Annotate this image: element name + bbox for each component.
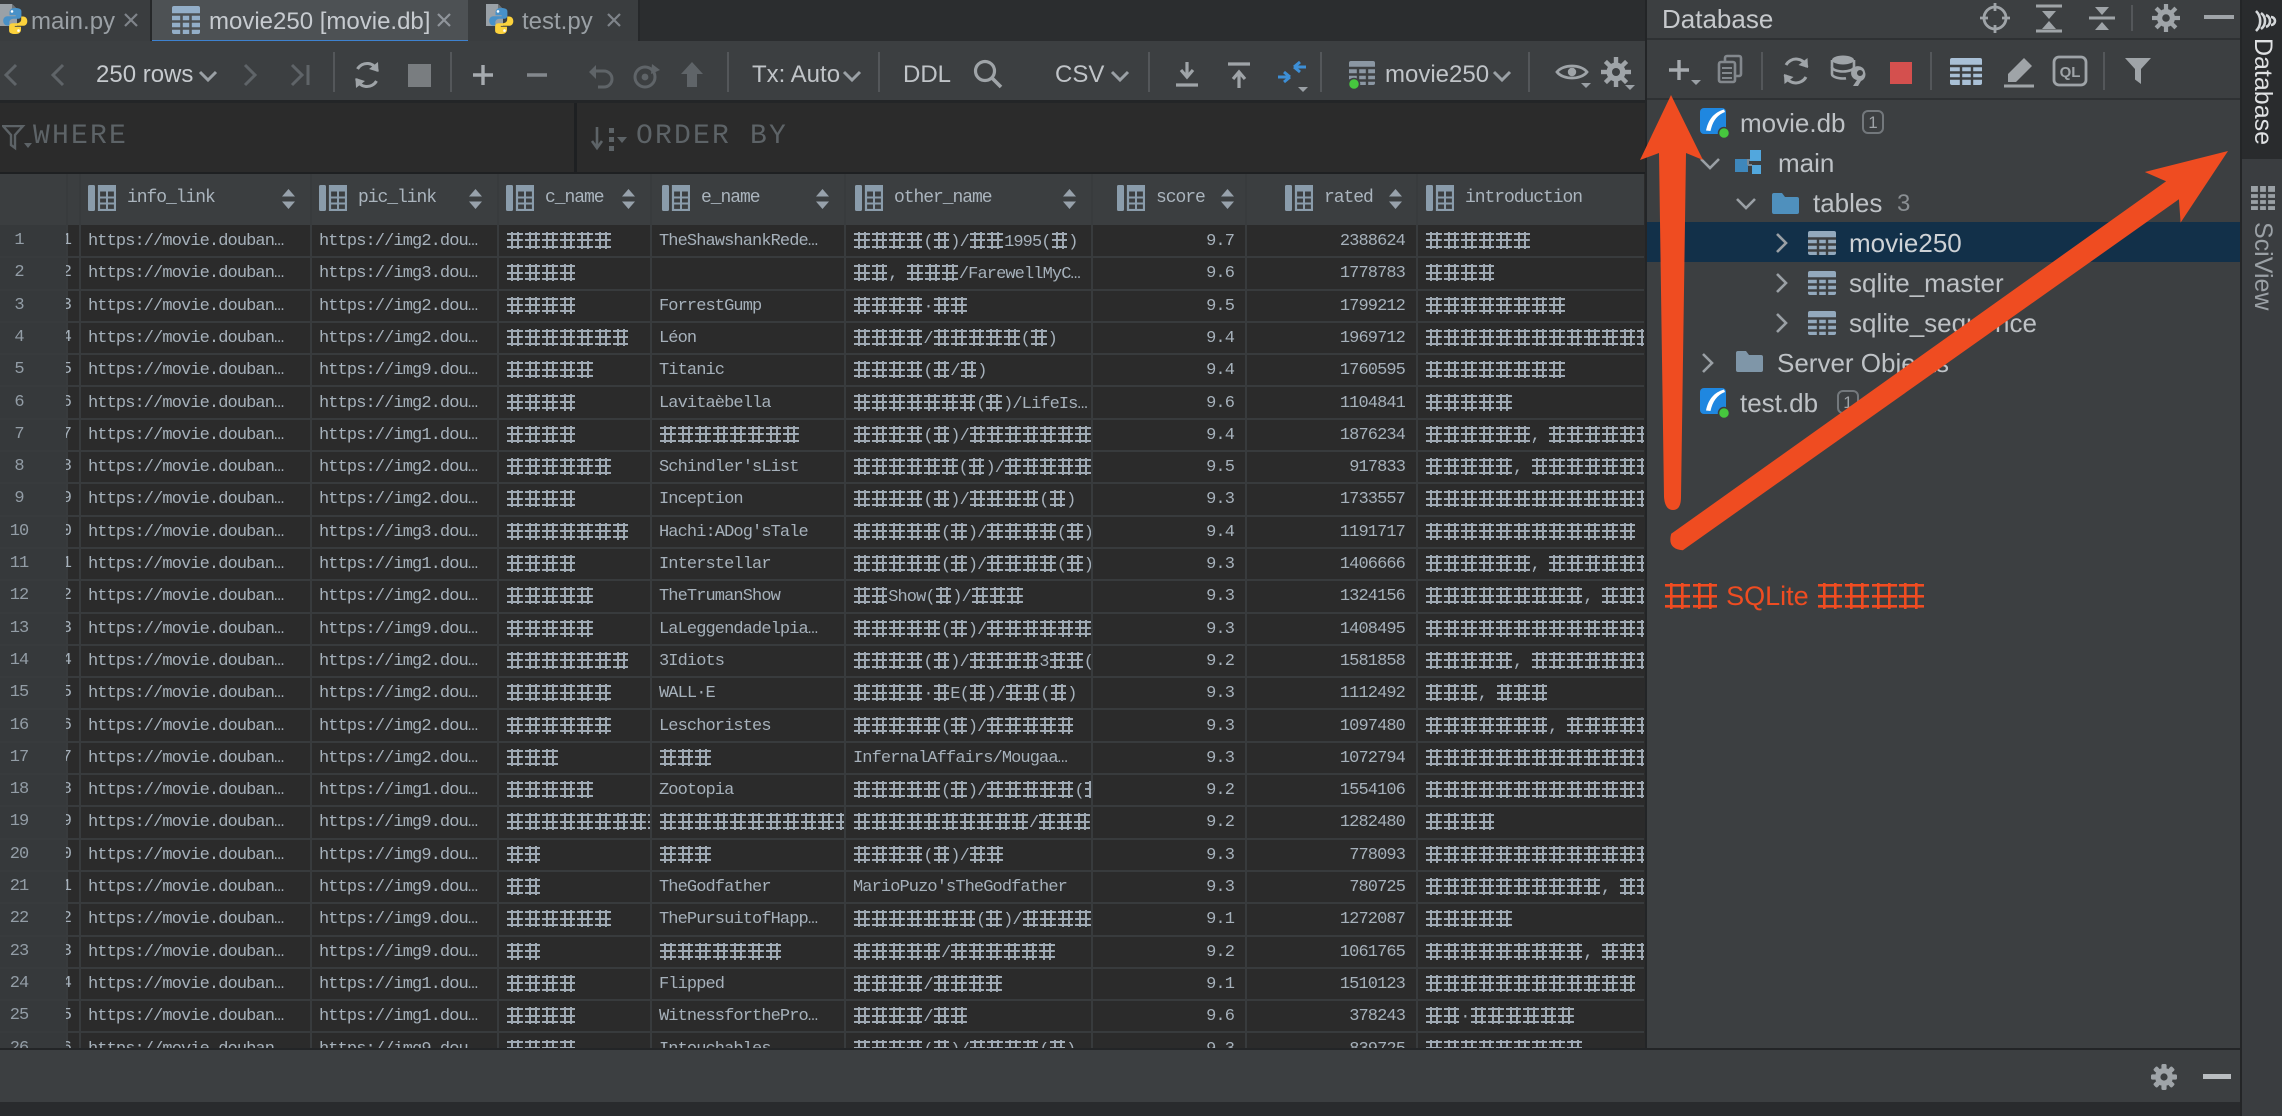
svg-text:QL: QL xyxy=(2060,64,2081,81)
